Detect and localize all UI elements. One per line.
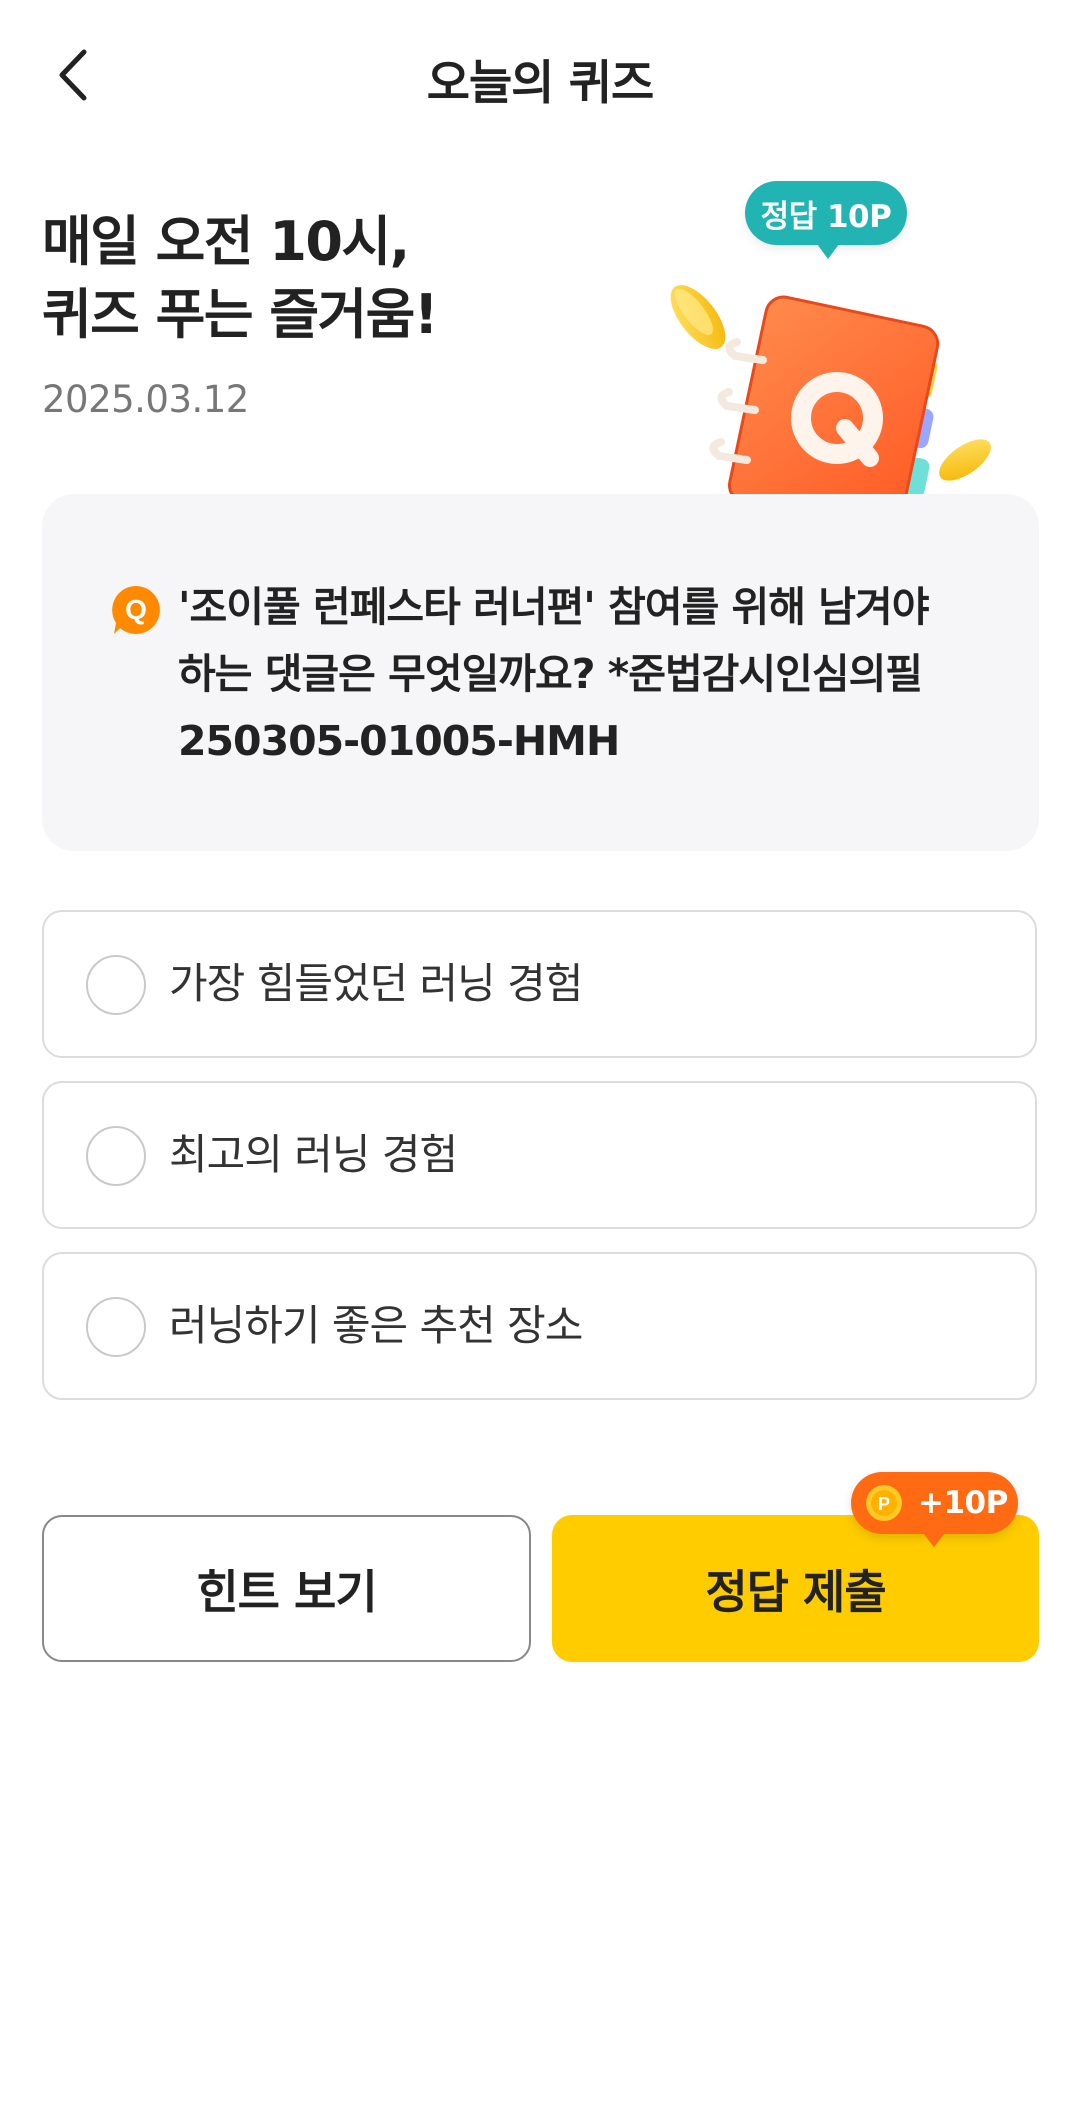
point-reward-badge: P +10P <box>851 1472 1018 1547</box>
coin-letter: P <box>878 1494 890 1514</box>
reward-badge: 정답 10P <box>745 181 907 259</box>
coin-icon: P <box>866 1485 902 1521</box>
page-title: 오늘의 퀴즈 <box>426 56 655 111</box>
question-line-2: 하는 댓글은 무엇일까요? *준법감시인심의필 <box>178 650 923 698</box>
question-text: '조이풀 런페스타 러너편' 참여를 위해 남겨야 하는 댓글은 무엇일까요? … <box>178 574 978 775</box>
point-amount: +10P <box>918 1485 1008 1521</box>
answer-option-label: 가장 힘들었던 러닝 경험 <box>169 959 583 1008</box>
question-line-1: '조이풀 런페스타 러너편' 참여를 위해 남겨야 <box>178 583 929 631</box>
q-icon: Q <box>112 586 160 634</box>
hero-title-line-2: 퀴즈 푸는 즐거움! <box>42 283 439 346</box>
hero-title: 매일 오전 10시, 퀴즈 푸는 즐거움! <box>42 205 662 351</box>
radio-button[interactable] <box>86 1126 146 1186</box>
answer-option-label: 러닝하기 좋은 추천 장소 <box>169 1301 583 1350</box>
answer-option-2[interactable]: 최고의 러닝 경험 <box>42 1081 1037 1229</box>
answer-option-3[interactable]: 러닝하기 좋은 추천 장소 <box>42 1252 1037 1400</box>
radio-button[interactable] <box>86 1297 146 1357</box>
answer-option-1[interactable]: 가장 힘들었던 러닝 경험 <box>42 910 1037 1058</box>
quiz-date: 2025.03.12 <box>42 378 249 421</box>
radio-button[interactable] <box>86 955 146 1015</box>
hint-button[interactable]: 힌트 보기 <box>42 1515 531 1662</box>
answer-option-label: 최고의 러닝 경험 <box>169 1130 458 1179</box>
app-header: 오늘의 퀴즈 <box>0 0 1080 150</box>
hero-title-line-1: 매일 오전 10시, <box>42 210 410 273</box>
submit-answer-button[interactable]: 정답 제출 <box>552 1515 1039 1662</box>
question-line-3: 250305-01005-HMH <box>178 717 620 765</box>
q-icon-letter: Q <box>125 594 147 625</box>
